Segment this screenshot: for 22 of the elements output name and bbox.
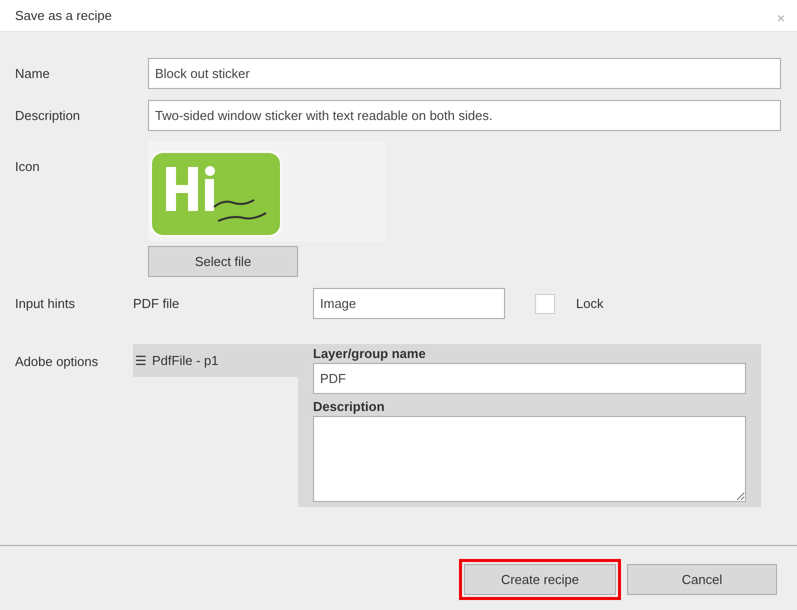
menu-icon: ☰ (135, 353, 147, 368)
file-type-label: PDF file (133, 296, 180, 311)
layer-description-field[interactable] (313, 416, 746, 502)
create-recipe-button[interactable]: Create recipe (464, 564, 616, 594)
layer-name-label: Layer/group name (313, 346, 427, 361)
icon-label: Icon (15, 158, 41, 174)
name-label: Name (15, 66, 51, 81)
cancel-button[interactable]: Cancel (627, 564, 777, 594)
window-title: Save as a recipe (15, 8, 112, 23)
layer-item-label: PdfFile - p1 (152, 353, 218, 368)
layer-description-label: Description (313, 399, 386, 414)
adobe-options-label: Adobe options (15, 353, 100, 369)
name-field[interactable]: Block out sticker (148, 58, 781, 89)
description-label: Description (15, 108, 82, 123)
description-field[interactable]: Two-sided window sticker with text readable on both sides. (148, 100, 781, 131)
input-hint-field[interactable]: Image (313, 288, 505, 319)
input-hints-label: Input hints (15, 296, 76, 311)
lock-checkbox[interactable] (535, 294, 555, 314)
lock-label: Lock (576, 296, 604, 311)
layer-name-field[interactable]: PDF (313, 363, 746, 394)
select-file-button[interactable]: Select file (148, 246, 298, 277)
layer-list-item[interactable]: ☰ PdfFile - p1 (133, 344, 298, 377)
